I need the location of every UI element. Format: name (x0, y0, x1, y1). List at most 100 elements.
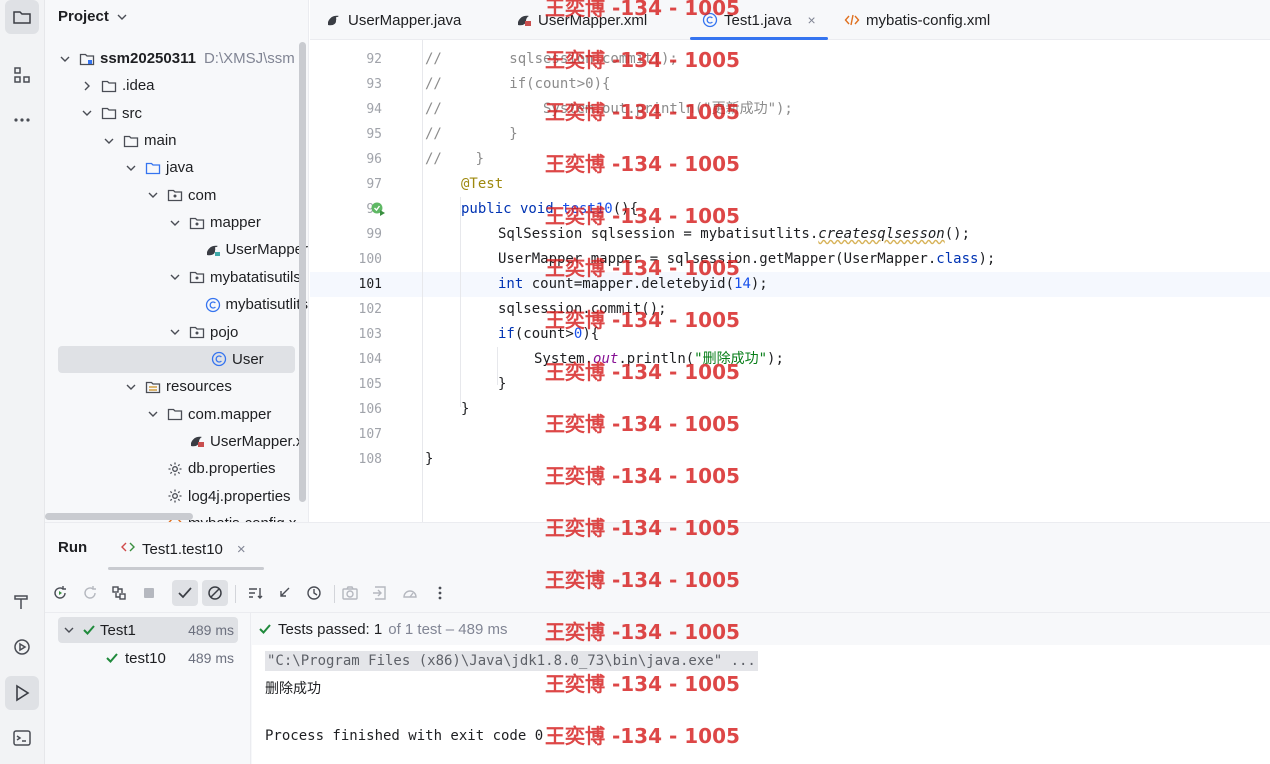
test-row-test1[interactable]: Test1 489 ms (58, 617, 238, 643)
run-test-gutter-icon[interactable] (370, 201, 386, 217)
code-text: } (461, 401, 470, 417)
more-icon[interactable] (5, 103, 39, 137)
tab-test1-java[interactable]: Test1.java × (690, 0, 828, 40)
chevron-down-icon[interactable] (146, 407, 160, 421)
build-hammer-icon[interactable] (5, 584, 39, 618)
rerun-icon[interactable] (47, 580, 73, 606)
project-horizontal-scrollbar[interactable] (45, 513, 193, 520)
console-exit-line: Process finished with exit code 0 (265, 728, 544, 744)
run-icon[interactable] (5, 676, 39, 710)
stop-icon[interactable] (136, 580, 162, 606)
code-line-105: } (498, 372, 506, 397)
show-ignored-icon[interactable] (202, 580, 228, 606)
rerun-failed-icon[interactable] (77, 580, 103, 606)
current-line-highlight (310, 272, 1270, 297)
project-folder-icon[interactable] (5, 0, 39, 34)
chevron-down-icon[interactable] (124, 161, 138, 175)
close-icon[interactable]: × (237, 541, 246, 558)
tree-item-label: pojo (210, 323, 239, 341)
tree-item-label: mybatatisutils (210, 268, 301, 286)
sort-icon[interactable] (242, 580, 268, 606)
more-options-icon[interactable] (427, 580, 453, 606)
tree-item[interactable]: db.properties (45, 455, 308, 482)
tree-item[interactable]: log4j.properties (45, 483, 308, 510)
code-line-97: @Test (461, 172, 503, 197)
tree-item[interactable]: resources (45, 373, 308, 400)
history-icon[interactable] (301, 580, 327, 606)
project-scrollbar[interactable] (299, 42, 306, 502)
chevron-down-icon (115, 10, 129, 24)
code-line-104: System.out.println("删除成功"); (534, 347, 784, 372)
run-tab-test1-test10[interactable]: Test1.test10 × (120, 539, 246, 559)
toggle-auto-test-icon[interactable] (106, 580, 132, 606)
project-header[interactable]: Project (58, 8, 135, 25)
collapse-all-icon[interactable] (271, 580, 297, 606)
tree-item-label: ssm20250311 (100, 50, 196, 67)
check-icon (105, 651, 119, 665)
coverage-icon[interactable] (397, 580, 423, 606)
status-summary: of 1 test – 489 ms (388, 620, 508, 638)
console-output[interactable]: Tests passed: 1 of 1 test – 489 ms "C:\P… (252, 613, 1270, 764)
services-icon[interactable] (5, 630, 39, 664)
tab-usermapper-java[interactable]: UserMapper.java (326, 0, 461, 40)
tree-item[interactable]: src (45, 100, 308, 127)
import-icon[interactable] (367, 580, 393, 606)
chevron-down-icon[interactable] (124, 380, 138, 394)
run-title[interactable]: Run (58, 539, 87, 556)
tree-item[interactable]: mapper (45, 209, 308, 236)
camera-icon[interactable] (337, 580, 363, 606)
source-folder-icon (144, 159, 162, 177)
close-icon[interactable]: × (808, 12, 816, 28)
structure-icon[interactable] (5, 58, 39, 92)
tab-usermapper-xml[interactable]: UserMapper.xml (516, 0, 647, 40)
chevron-down-icon[interactable] (146, 188, 160, 202)
tree-item[interactable]: ssm20250311 D:\XMSJ\ssm (45, 45, 308, 72)
code-line-103: if(count>0){ (498, 322, 599, 347)
tree-item-label: mybatisutlits (225, 296, 308, 314)
tree-item[interactable]: java (45, 154, 308, 181)
test-row-test10[interactable]: test10 489 ms (58, 645, 238, 671)
tab-label: UserMapper.java (348, 11, 462, 29)
line-number: 97 (366, 177, 382, 192)
console-command-line[interactable]: "C:\Program Files (x86)\Java\jdk1.8.0_73… (265, 651, 758, 671)
test-name: Test1 (100, 621, 136, 639)
chevron-right-icon[interactable] (80, 79, 94, 93)
terminal-icon[interactable] (5, 721, 39, 755)
test-duration: 489 ms (188, 622, 234, 638)
code-text: sqlsession.commit(); (498, 301, 667, 317)
tree-item[interactable]: User (58, 345, 295, 373)
chevron-down-icon[interactable] (58, 52, 72, 66)
code-line-100: UserMapper mapper = sqlsession.getMapper… (498, 247, 995, 272)
tree-item[interactable]: mybatisutlits (45, 291, 308, 318)
chevron-down-icon[interactable] (168, 325, 182, 339)
tab-mybatis-config-xml[interactable]: mybatis-config.xml (844, 0, 990, 40)
code-text: ); (978, 251, 996, 267)
string-literal: "删除成功" (694, 351, 768, 367)
chevron-down-icon[interactable] (102, 134, 116, 148)
code-editor[interactable]: 9293949596979899100101102103104105106107… (310, 40, 1270, 522)
show-passed-icon[interactable] (172, 580, 198, 606)
keyword: if (498, 326, 515, 342)
test-name: test10 (125, 649, 166, 667)
chevron-down-icon[interactable] (168, 270, 182, 284)
tree-item[interactable]: .idea (45, 72, 308, 99)
status-text: Tests passed: 1 (278, 621, 382, 638)
line-number: 92 (366, 52, 382, 67)
tree-item[interactable]: mybatatisutils (45, 264, 308, 291)
tree-item[interactable]: main (45, 127, 308, 154)
tree-item[interactable]: com.mapper (45, 401, 308, 428)
code-text: (count> (514, 326, 574, 342)
test-status-bar: Tests passed: 1 of 1 test – 489 ms (252, 613, 1270, 645)
chevron-down-icon[interactable] (80, 106, 94, 120)
tree-item[interactable]: UserMapper (45, 236, 308, 263)
tree-item-label: mybatis-config.x (188, 515, 296, 522)
tree-item[interactable]: UserMapper.x (45, 428, 308, 455)
tree-item[interactable]: pojo (45, 319, 308, 346)
line-number: 106 (358, 402, 382, 417)
chevron-down-icon[interactable] (168, 216, 182, 230)
tree-item[interactable]: com (45, 182, 308, 209)
package-icon (166, 186, 184, 204)
